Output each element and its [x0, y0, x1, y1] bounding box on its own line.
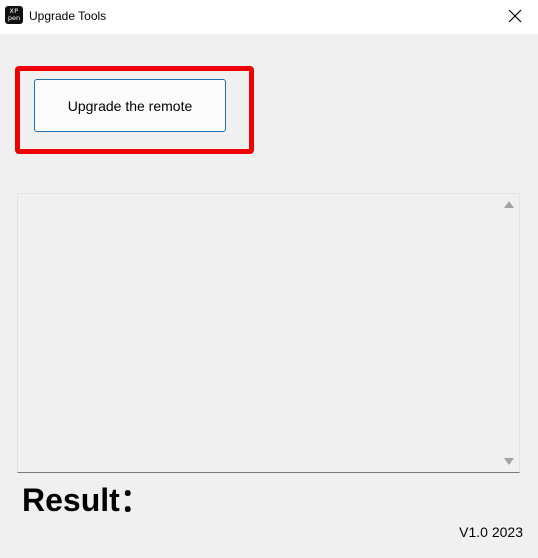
scroll-up-arrow-icon[interactable] — [504, 201, 514, 208]
upgrade-remote-button[interactable]: Upgrade the remote — [34, 79, 226, 132]
close-button[interactable] — [492, 0, 538, 32]
log-output-area[interactable] — [17, 193, 520, 473]
vertical-scrollbar[interactable] — [499, 194, 519, 472]
scroll-down-arrow-icon[interactable] — [504, 458, 514, 465]
result-label: Result： — [22, 482, 152, 518]
version-label: V1.0 2023 — [459, 524, 523, 540]
title-bar: XP pen Upgrade Tools — [0, 0, 538, 34]
window-title: Upgrade Tools — [29, 9, 107, 23]
xppen-logo-icon: XP pen — [5, 6, 23, 24]
logo-text-bottom: pen — [7, 14, 21, 22]
close-icon — [508, 9, 522, 23]
